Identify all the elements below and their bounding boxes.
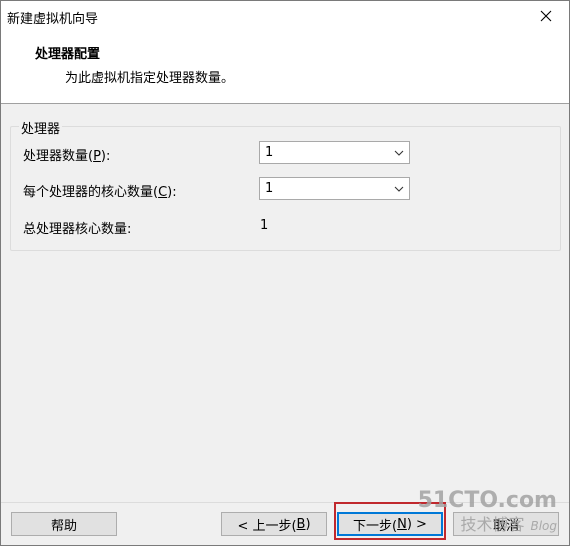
wizard-window: 新建虚拟机向导 处理器配置 为此虚拟机指定处理器数量。 处理器 处理器数量(P)… (0, 0, 570, 546)
window-title: 新建虚拟机向导 (7, 12, 99, 27)
total-cores-label: 总处理器核心数量: (23, 222, 132, 237)
processor-group: 处理器 处理器数量(P): 1 每个处理器的核心数量(C): 1 总处理器核心数… (10, 118, 561, 251)
close-icon (540, 10, 552, 22)
close-button[interactable] (523, 1, 569, 31)
group-label: 处理器 (19, 118, 63, 137)
back-button[interactable]: < 上一步(B) (221, 512, 327, 536)
chevron-down-icon (394, 150, 404, 156)
cores-per-processor-label: 每个处理器的核心数量(C): (23, 185, 177, 200)
page-title: 处理器配置 (35, 47, 101, 62)
help-button[interactable]: 帮助 (11, 512, 117, 536)
processor-count-label: 处理器数量(P): (23, 149, 111, 164)
cancel-button[interactable]: 取消 (453, 512, 559, 536)
cores-per-processor-value: 1 (265, 181, 274, 196)
processor-count-value: 1 (265, 145, 274, 160)
wizard-footer: 帮助 < 上一步(B) 下一步(N) > 取消 (1, 502, 569, 545)
page-subtitle: 为此虚拟机指定处理器数量。 (65, 71, 235, 86)
chevron-down-icon (394, 186, 404, 192)
wizard-header: 处理器配置 为此虚拟机指定处理器数量。 (1, 31, 569, 104)
processor-count-select[interactable]: 1 (259, 141, 410, 164)
next-button[interactable]: 下一步(N) > (337, 512, 443, 536)
title-bar: 新建虚拟机向导 (1, 1, 569, 31)
total-cores-value: 1 (260, 218, 269, 233)
cores-per-processor-select[interactable]: 1 (259, 177, 410, 200)
